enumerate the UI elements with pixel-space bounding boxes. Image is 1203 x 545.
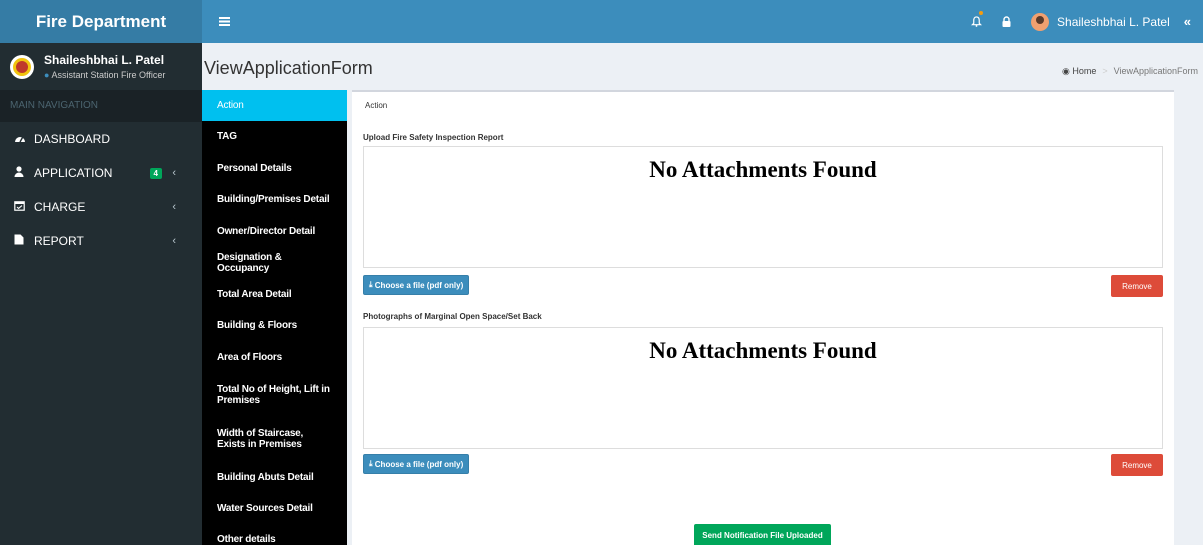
user-menu-name: Shaileshbhai L. Patel — [1057, 14, 1170, 29]
page-title: ViewApplicationForm — [204, 58, 373, 78]
bars-icon — [218, 17, 230, 26]
send-notification-button[interactable]: Send Notification File Uploaded — [694, 524, 831, 545]
lock-icon — [1002, 16, 1011, 27]
sidebar-user-role: ● Assistant Station Fire Officer — [44, 70, 165, 80]
upload-icon: ⤓ — [369, 280, 373, 289]
dashboard-icon — [14, 133, 30, 146]
user-avatar-icon — [1031, 12, 1050, 31]
tab-tag[interactable]: TAG — [202, 121, 347, 152]
sidebar-item-application[interactable]: APPLICATION 4 ‹ — [0, 156, 202, 190]
section-label-marginal-open-space: Photographs of Marginal Open Space/Set B… — [363, 312, 542, 321]
breadcrumb: ◉ Home > ViewApplicationForm — [1062, 66, 1198, 77]
nav-header: MAIN NAVIGATION — [0, 90, 202, 122]
notifications-button[interactable] — [961, 0, 991, 43]
tab-water-sources-detail[interactable]: Water Sources Detail — [202, 493, 347, 524]
attachments-area-inspection-report: No Attachments Found — [363, 146, 1163, 268]
tab-action[interactable]: Action — [202, 90, 347, 121]
chevron-left-icon: ‹ — [172, 201, 176, 213]
no-attachments-message: No Attachments Found — [649, 157, 877, 182]
tab-building-abuts-detail[interactable]: Building Abuts Detail — [202, 461, 347, 493]
remove-button[interactable]: Remove — [1111, 454, 1163, 476]
sidebar-item-charge[interactable]: CHARGE ‹ — [0, 190, 202, 224]
file-icon — [14, 234, 30, 248]
breadcrumb-home-label: Home — [1072, 66, 1097, 76]
remove-button[interactable]: Remove — [1111, 275, 1163, 297]
tab-building-floors[interactable]: Building & Floors — [202, 310, 347, 341]
sidebar-item-dashboard[interactable]: DASHBOARD — [0, 122, 202, 156]
sidebar: Shaileshbhai L. Patel ● Assistant Statio… — [0, 43, 202, 545]
choose-file-label: Choose a file (pdf only) — [374, 280, 464, 290]
content-header: ViewApplicationForm ◉ Home > ViewApplica… — [202, 43, 1203, 90]
attachments-area-marginal-open-space: No Attachments Found — [363, 327, 1163, 449]
tab-building-premises-detail[interactable]: Building/Premises Detail — [202, 184, 347, 215]
dashboard-icon: ◉ — [1061, 66, 1070, 76]
sidebar-toggle-button[interactable] — [202, 0, 246, 43]
application-count-badge: 4 — [149, 167, 162, 179]
tab-total-area-detail[interactable]: Total Area Detail — [202, 278, 347, 310]
tab-height-lift[interactable]: Total No of Height, Lift in Premises — [202, 373, 347, 417]
sidebar-item-label: REPORT — [34, 234, 84, 248]
sidebar-user-role-label: Assistant Station Fire Officer — [51, 70, 166, 80]
sidebar-item-label: DASHBOARD — [34, 132, 111, 146]
choose-file-button[interactable]: ⤓ Choose a file (pdf only) — [363, 275, 470, 295]
bell-icon — [970, 16, 982, 27]
chevron-left-icon: ‹ — [172, 235, 176, 247]
app-logo-title[interactable]: Fire Department — [0, 0, 202, 43]
sidebar-item-label: APPLICATION — [34, 166, 113, 180]
tab-owner-director-detail[interactable]: Owner/Director Detail — [202, 215, 347, 247]
tab-designation-occupancy[interactable]: Designation & Occupancy — [202, 247, 347, 278]
breadcrumb-current: ViewApplicationForm — [1113, 66, 1198, 76]
lock-button[interactable] — [991, 0, 1021, 43]
top-navbar: Shaileshbhai L. Patel « — [202, 0, 1203, 43]
user-role-icon: ● — [44, 70, 50, 80]
chevron-left-icon: ‹ — [172, 167, 176, 179]
notification-dot — [979, 11, 984, 15]
breadcrumb-home[interactable]: ◉ Home — [1062, 66, 1096, 77]
section-label-inspection-report: Upload Fire Safety Inspection Report — [363, 133, 504, 142]
upload-icon: ⤓ — [369, 459, 373, 468]
breadcrumb-separator: > — [1102, 66, 1108, 76]
user-panel: Shaileshbhai L. Patel ● Assistant Statio… — [0, 43, 202, 90]
calendar-icon — [14, 200, 30, 214]
tab-area-of-floors[interactable]: Area of Floors — [202, 341, 347, 373]
no-attachments-message: No Attachments Found — [649, 338, 877, 363]
user-menu[interactable]: Shaileshbhai L. Patel — [1031, 12, 1170, 31]
fire-department-emblem-icon — [10, 54, 34, 79]
sidebar-item-report[interactable]: REPORT ‹ — [0, 224, 202, 258]
action-panel: Action Upload Fire Safety Inspection Rep… — [352, 90, 1174, 545]
sidebar-item-label: CHARGE — [34, 200, 86, 214]
form-tabs: Action TAG Personal Details Building/Pre… — [202, 90, 347, 545]
user-icon — [14, 166, 30, 180]
tab-personal-details[interactable]: Personal Details — [202, 152, 347, 184]
panel-title: Action — [365, 101, 388, 110]
control-sidebar-toggle-icon[interactable]: « — [1184, 14, 1191, 29]
sidebar-user-name: Shaileshbhai L. Patel — [44, 53, 165, 67]
tab-staircase-exists[interactable]: Width of Staircase, Exists in Premises — [202, 417, 347, 461]
choose-file-button[interactable]: ⤓ Choose a file (pdf only) — [363, 454, 470, 474]
choose-file-label: Choose a file (pdf only) — [374, 459, 464, 469]
tab-other-details[interactable]: Other details — [202, 524, 347, 545]
